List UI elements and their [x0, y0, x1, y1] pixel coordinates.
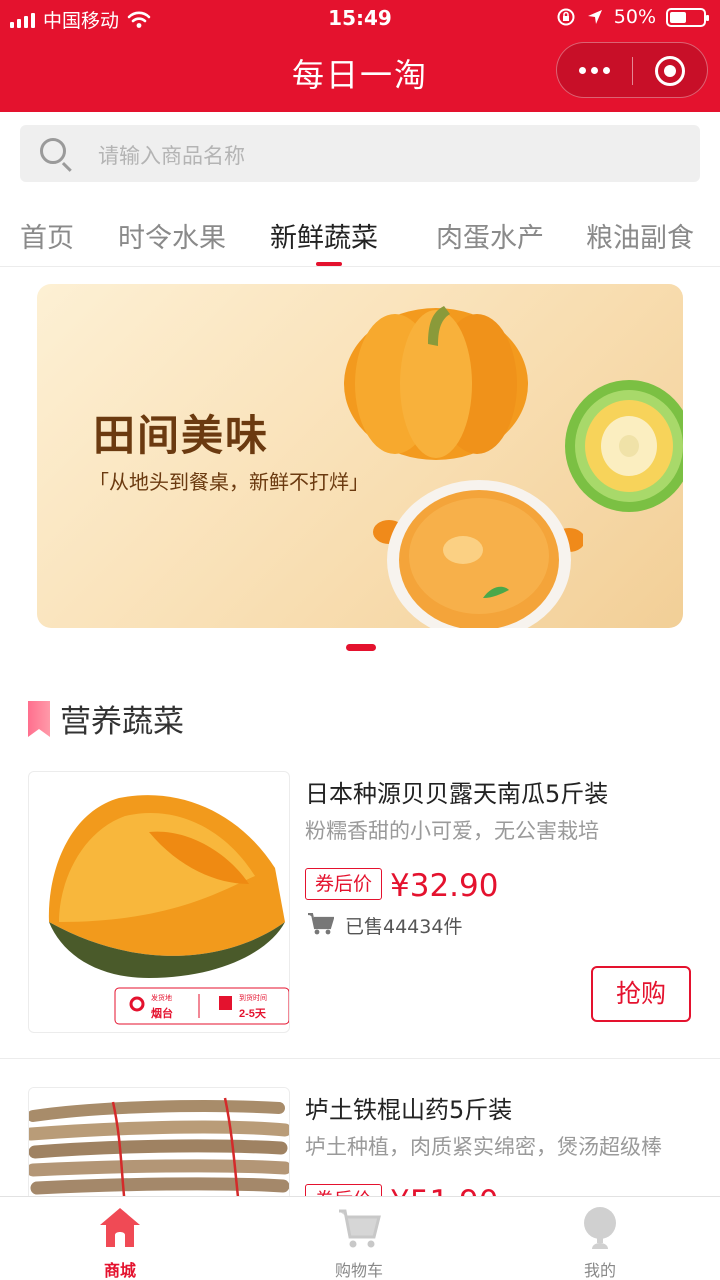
battery-label: 50%	[613, 6, 656, 28]
yam-image	[29, 1088, 289, 1206]
tabbar-item-mall[interactable]: 商城	[60, 1197, 180, 1280]
product-image[interactable]	[28, 1087, 290, 1207]
tabbar-item-mine[interactable]: 我的	[540, 1197, 660, 1280]
banner-subtitle: 「从地头到餐桌，新鲜不打烊」	[89, 470, 369, 494]
search-placeholder: 请输入商品名称	[98, 144, 245, 168]
tab-home[interactable]: 首页	[20, 216, 74, 255]
origin-label: 发货地	[151, 993, 172, 1002]
search-input[interactable]: 请输入商品名称	[20, 125, 700, 182]
cart-icon	[339, 1209, 381, 1248]
tab-active-indicator	[316, 262, 342, 266]
sold-count: 已售44434件	[345, 916, 463, 938]
tabbar-label: 我的	[583, 1261, 616, 1280]
coupon-badge: 券后价	[305, 868, 383, 900]
product-price: ¥32.90	[390, 868, 499, 904]
bookmark-icon	[28, 700, 50, 737]
product-image[interactable]: 发货地 烟台 到货时间 2-5天	[28, 771, 290, 1033]
divider	[0, 1058, 720, 1059]
home-icon	[100, 1208, 140, 1247]
tabbar-label: 购物车	[334, 1261, 383, 1280]
search-icon	[40, 138, 66, 164]
promo-banner[interactable]: 田间美味 「从地头到餐桌，新鲜不打烊」	[37, 284, 683, 628]
tab-grain-oil[interactable]: 粮油副食	[586, 216, 694, 255]
tab-meat-eggs-seafood[interactable]: 肉蛋水产	[436, 216, 544, 255]
banner-title: 田间美味	[93, 411, 270, 460]
cart-icon	[308, 913, 334, 935]
ship-time-label: 到货时间	[239, 993, 267, 1002]
pumpkin-slice-image: 发货地 烟台 到货时间 2-5天	[48, 795, 289, 1025]
product-desc: 粉糯香甜的小可爱，无公害栽培	[305, 819, 599, 843]
bottom-tab-bar: 商城 购物车 我的	[0, 1196, 720, 1280]
location-icon	[587, 10, 602, 24]
product-desc: 垆土种植，肉质紧实绵密，煲汤超级棒	[305, 1135, 662, 1159]
tabbar-item-cart[interactable]: 购物车	[299, 1197, 419, 1280]
mini-program-capsule	[556, 42, 708, 98]
pumpkin-image	[344, 306, 528, 460]
buy-button[interactable]: 抢购	[591, 966, 691, 1022]
top-bar: 中国移动 15:49 50% 每日一淘	[0, 0, 720, 112]
status-bar: 中国移动 15:49 50%	[0, 0, 720, 38]
user-icon	[584, 1207, 616, 1249]
product-name[interactable]: 日本种源贝贝露天南瓜5斤装	[305, 774, 608, 809]
category-tabs: 首页 时令水果 新鲜蔬菜 肉蛋水产 粮油副食	[0, 200, 720, 267]
section-title: 营养蔬菜	[60, 704, 184, 740]
ship-time-value: 2-5天	[239, 1007, 267, 1020]
more-icon[interactable]	[579, 67, 610, 74]
origin-value: 烟台	[151, 1006, 173, 1020]
status-right: 50%	[556, 6, 709, 28]
battery-icon	[666, 7, 709, 27]
tab-fruit[interactable]: 时令水果	[118, 216, 226, 255]
tabbar-label: 商城	[103, 1261, 136, 1280]
rotation-lock-icon	[557, 8, 575, 26]
banner-page-indicator	[346, 644, 376, 651]
section-header: 营养蔬菜	[28, 696, 184, 741]
product-name[interactable]: 垆土铁棍山药5斤装	[305, 1090, 512, 1125]
close-icon[interactable]	[655, 56, 685, 86]
page: 中国移动 15:49 50% 每日一淘 请输入商品名称 首页 时令水果 新鲜蔬菜…	[0, 0, 720, 1280]
tab-vegetables[interactable]: 新鲜蔬菜	[270, 216, 378, 255]
bowl-image	[373, 480, 583, 628]
